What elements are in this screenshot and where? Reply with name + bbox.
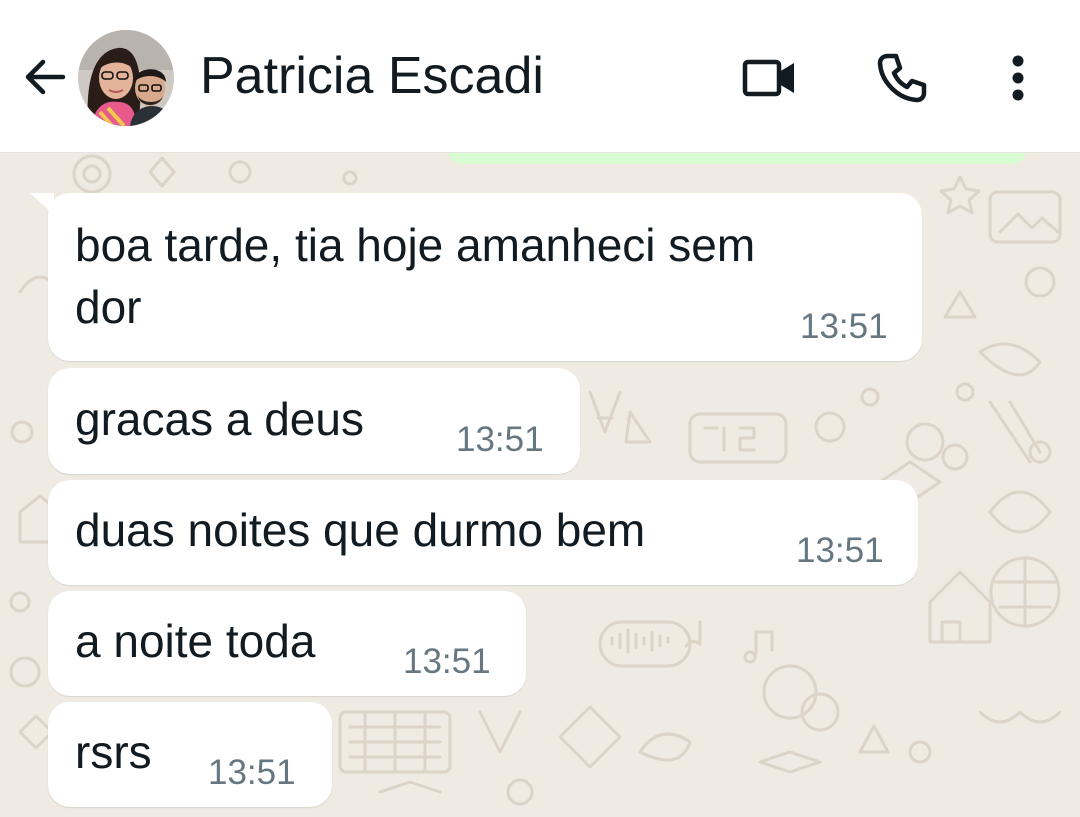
more-options-button[interactable] xyxy=(986,46,1050,110)
message-text-line: boa tarde, tia hoje amanheci sem xyxy=(75,219,756,271)
video-call-button[interactable] xyxy=(738,46,802,110)
more-vert-icon xyxy=(1012,55,1024,101)
incoming-message[interactable]: duas noites que durmo bem 13:51 xyxy=(48,480,918,585)
outgoing-message-bubble-partial[interactable] xyxy=(448,152,1026,164)
message-text-line: dor xyxy=(75,281,142,333)
message-text-line: a noite toda xyxy=(75,615,316,667)
message-list[interactable]: boa tarde, tia hoje amanheci sem dor 13:… xyxy=(0,152,1080,817)
avatar-photo xyxy=(78,30,174,126)
incoming-message[interactable]: rsrs 13:51 xyxy=(48,702,332,807)
message-timestamp: 13:51 xyxy=(456,420,544,459)
contact-name[interactable]: Patricia Escadi xyxy=(200,44,544,108)
chat-header: Patricia Escadi xyxy=(0,0,1080,153)
incoming-message[interactable]: gracas a deus 13:51 xyxy=(48,368,580,474)
contact-avatar[interactable] xyxy=(78,30,174,126)
back-button[interactable] xyxy=(18,50,72,104)
message-text-line: duas noites que durmo bem xyxy=(75,504,646,556)
message-text-line: rsrs xyxy=(75,726,152,778)
voice-call-button[interactable] xyxy=(870,46,934,110)
message-timestamp: 13:51 xyxy=(796,531,884,570)
phone-icon xyxy=(877,53,927,103)
video-camera-icon xyxy=(742,59,794,97)
message-timestamp: 13:51 xyxy=(403,642,491,681)
incoming-message[interactable]: a noite toda 13:51 xyxy=(48,591,526,696)
message-timestamp: 13:51 xyxy=(800,307,888,346)
message-timestamp: 13:51 xyxy=(208,753,296,792)
incoming-message[interactable]: boa tarde, tia hoje amanheci sem dor 13:… xyxy=(30,193,922,361)
message-text-line: gracas a deus xyxy=(75,393,364,445)
bubble-tail xyxy=(30,193,54,215)
arrow-left-icon xyxy=(25,59,66,95)
chat-screen: Patricia Escadi boa tarde, tia hoje aman… xyxy=(0,0,1080,817)
